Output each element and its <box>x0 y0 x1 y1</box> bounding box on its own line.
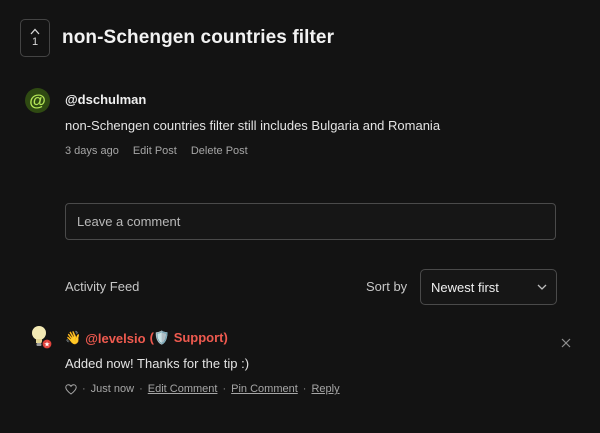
post-timestamp: 3 days ago <box>65 145 119 157</box>
support-badge: (🛡️ Support) <box>149 330 228 345</box>
separator: · <box>139 383 143 395</box>
upvote-button[interactable]: 1 <box>20 19 50 57</box>
separator: · <box>302 383 307 395</box>
comment-body: Added now! Thanks for the tip :) <box>65 356 250 371</box>
post-meta: 3 days ago Edit Post Delete Post <box>65 145 248 157</box>
activity-feed-title: Activity Feed <box>65 279 140 294</box>
post-author[interactable]: @dschulman <box>65 92 146 107</box>
chevron-up-icon <box>30 28 40 35</box>
sort-select[interactable]: Newest first <box>420 269 557 305</box>
sort-value: Newest first <box>431 279 499 295</box>
comment-author-name: @levelsio <box>85 330 146 346</box>
reply-button[interactable]: Reply <box>311 383 339 395</box>
edit-comment-button[interactable]: Edit Comment <box>148 383 218 395</box>
close-icon[interactable] <box>560 337 572 349</box>
comment-meta: · Just now · Edit Comment · Pin Comment … <box>65 383 340 395</box>
separator: · <box>222 383 227 395</box>
lightbulb-icon: ★ <box>32 326 53 350</box>
svg-text:★: ★ <box>44 341 50 349</box>
pin-comment-button[interactable]: Pin Comment <box>231 383 298 395</box>
at-icon: @ <box>29 90 46 110</box>
post-title: non-Schengen countries filter <box>62 27 335 48</box>
post-body: non-Schengen countries filter still incl… <box>65 118 441 133</box>
heart-icon[interactable] <box>65 383 77 395</box>
vote-count: 1 <box>31 36 39 48</box>
delete-post-button[interactable]: Delete Post <box>191 145 248 157</box>
avatar: @ <box>25 88 50 113</box>
edit-post-button[interactable]: Edit Post <box>133 145 177 157</box>
comment-input[interactable] <box>65 203 556 240</box>
comment-timestamp: Just now <box>90 383 135 395</box>
separator: · <box>82 383 86 395</box>
sort-label: Sort by <box>366 279 408 294</box>
comment-author[interactable]: 👋 @levelsio (🛡️ Support) <box>65 330 228 346</box>
lightbulb-avatar: ★ <box>30 325 54 351</box>
wave-icon: 👋 <box>65 330 82 345</box>
chevron-down-icon <box>537 284 547 290</box>
